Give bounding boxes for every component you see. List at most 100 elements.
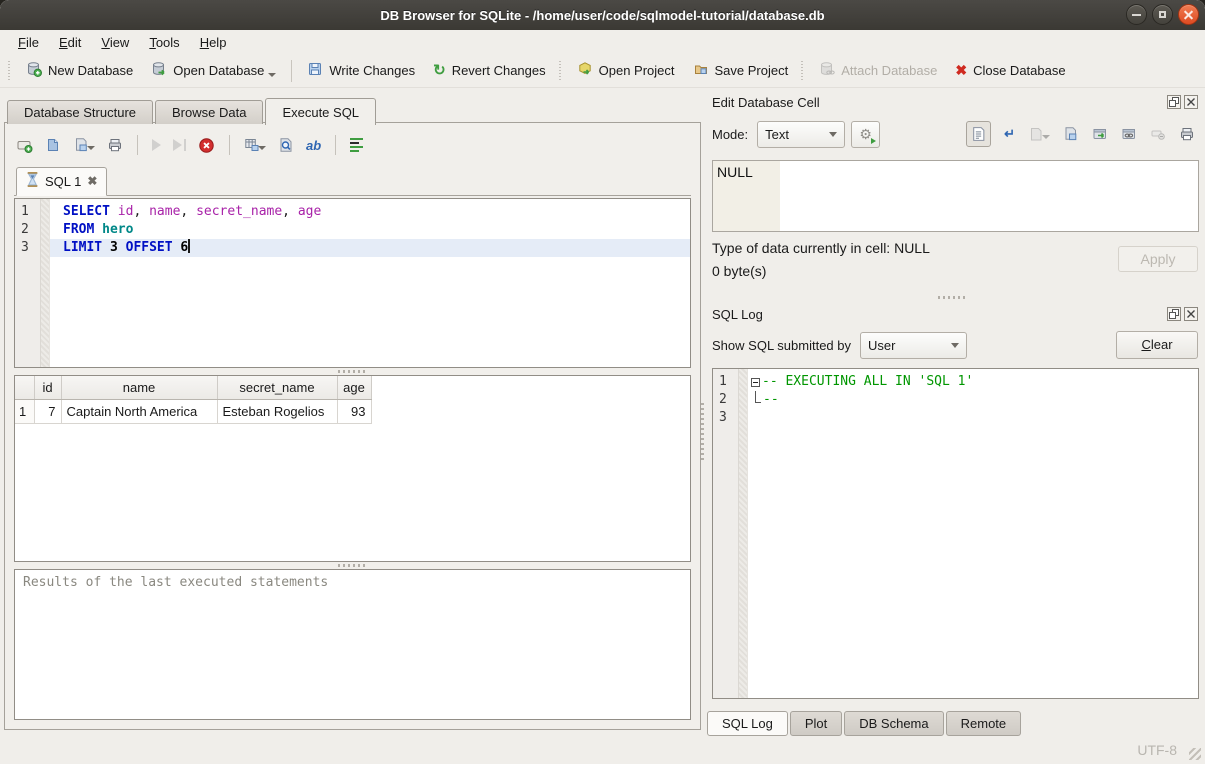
save-results-button[interactable] <box>244 137 266 153</box>
import-data-button[interactable] <box>1028 126 1050 142</box>
splitter-results-message[interactable] <box>14 562 691 569</box>
menu-file[interactable]: File <box>8 32 49 53</box>
grid-header-name[interactable]: name <box>61 376 217 399</box>
apply-button[interactable]: Apply <box>1118 246 1198 272</box>
code-line: FROM hero <box>50 221 690 239</box>
tab-remote[interactable]: Remote <box>946 711 1022 736</box>
sql-log-view[interactable]: 1 2 3 -- EXECUTING ALL IN 'SQL 1' -- <box>712 368 1199 699</box>
find-button[interactable] <box>278 137 294 153</box>
tab-browse-data[interactable]: Browse Data <box>155 100 263 124</box>
auto-switch-mode-button[interactable]: ⚙ <box>851 121 880 148</box>
sql-log-controls: Show SQL submitted by User Clear <box>707 330 1199 360</box>
save-sql-file-button[interactable] <box>73 137 95 153</box>
sql-toolbar: ab <box>14 131 691 159</box>
main-tab-bar: Database Structure Browse Data Execute S… <box>4 97 701 124</box>
float-panel-icon[interactable] <box>1167 307 1181 321</box>
execute-line-button[interactable] <box>173 139 186 151</box>
format-sql-button[interactable]: ab <box>306 138 321 153</box>
menubar: File Edit View Tools Help <box>0 30 1205 54</box>
text-mode-button[interactable] <box>966 121 991 147</box>
close-icon[interactable] <box>1178 4 1199 25</box>
cell-id[interactable]: 7 <box>34 399 61 423</box>
cell-value-editor[interactable]: NULL <box>712 160 1199 232</box>
cell-age[interactable]: 93 <box>337 399 371 423</box>
menu-edit[interactable]: Edit <box>49 32 91 53</box>
clear-log-button[interactable]: Clear <box>1116 331 1198 359</box>
log-line: -- EXECUTING ALL IN 'SQL 1' <box>748 373 1198 391</box>
log-line <box>748 409 1198 427</box>
close-sql-tab-icon[interactable]: ✖ <box>87 174 97 188</box>
close-panel-icon[interactable] <box>1184 95 1198 109</box>
grid-header-id[interactable]: id <box>34 376 61 399</box>
open-project-icon <box>577 61 593 80</box>
export-button[interactable] <box>1092 126 1108 142</box>
maximize-icon[interactable] <box>1152 4 1173 25</box>
tab-database-structure[interactable]: Database Structure <box>7 100 153 124</box>
minimize-icon[interactable] <box>1126 4 1147 25</box>
float-panel-icon[interactable] <box>1167 95 1181 109</box>
splitter-editor-results[interactable] <box>14 368 691 375</box>
open-database-button[interactable]: Open Database <box>142 56 285 85</box>
write-changes-button[interactable]: Write Changes <box>298 56 424 85</box>
splitter-cell-log[interactable] <box>707 292 1199 304</box>
toolbar-grip[interactable] <box>559 61 564 81</box>
print-button[interactable] <box>107 137 123 153</box>
save-project-button[interactable]: Save Project <box>684 56 798 85</box>
save-as-button[interactable] <box>1063 126 1079 142</box>
execute-all-button[interactable] <box>152 139 161 151</box>
tab-plot[interactable]: Plot <box>790 711 842 736</box>
print-cell-button[interactable] <box>1179 126 1195 142</box>
menu-tools[interactable]: Tools <box>139 32 189 53</box>
edit-cell-title: Edit Database Cell <box>712 95 1164 110</box>
tab-db-schema[interactable]: DB Schema <box>844 711 943 736</box>
fold-marker-icon[interactable] <box>751 378 760 387</box>
close-panel-icon[interactable] <box>1184 307 1198 321</box>
results-message-area[interactable]: Results of the last executed statements <box>14 569 691 720</box>
new-database-icon <box>26 61 42 80</box>
log-line-numbers: 1 2 3 <box>713 369 739 698</box>
edit-cell-dock-header: Edit Database Cell <box>707 92 1199 112</box>
toolbar-grip[interactable] <box>801 61 806 81</box>
editor-text-area[interactable]: SELECT id, name, secret_name, age FROM h… <box>50 199 690 367</box>
menu-view[interactable]: View <box>91 32 139 53</box>
open-project-button[interactable]: Open Project <box>568 56 684 85</box>
toggle-comment-button[interactable] <box>350 138 363 152</box>
log-filter-select[interactable]: User <box>860 332 967 359</box>
new-database-button[interactable]: New Database <box>17 56 142 85</box>
sql-tab-sql1[interactable]: SQL 1 ✖ <box>16 167 107 196</box>
open-sql-file-button[interactable] <box>45 137 61 153</box>
grid-header-secret-name[interactable]: secret_name <box>217 376 337 399</box>
attach-database-button[interactable]: Attach Database <box>810 56 946 85</box>
log-marker-column <box>739 369 748 698</box>
new-sql-tab-button[interactable] <box>16 137 33 153</box>
sql-log-title: SQL Log <box>712 307 1164 322</box>
revert-changes-button[interactable]: ↻ Revert Changes <box>424 58 555 83</box>
set-null-button[interactable] <box>1150 126 1166 142</box>
titlebar[interactable]: DB Browser for SQLite - /home/user/code/… <box>0 0 1205 30</box>
tab-execute-sql[interactable]: Execute SQL <box>265 98 376 125</box>
close-database-button[interactable]: ✖ Close Database <box>946 57 1074 84</box>
chevron-down-icon <box>829 132 837 137</box>
tab-sql-log[interactable]: SQL Log <box>707 711 788 736</box>
panel-splitter[interactable] <box>701 403 704 463</box>
open-database-icon <box>151 61 167 80</box>
tree-connector-icon <box>755 391 761 403</box>
editor-line-numbers: 1 2 3 <box>15 199 41 367</box>
log-filter-label: Show SQL submitted by <box>712 338 851 353</box>
mode-select[interactable]: Text <box>757 121 845 148</box>
results-grid: id name secret_name age 1 7 Captain Nort… <box>14 375 691 562</box>
resize-grip[interactable] <box>1189 748 1201 760</box>
grid-header-age[interactable]: age <box>337 376 371 399</box>
grid-corner[interactable] <box>15 376 34 399</box>
toolbar-grip[interactable] <box>8 61 13 81</box>
row-number[interactable]: 1 <box>15 399 34 423</box>
menu-help[interactable]: Help <box>190 32 237 53</box>
word-wrap-button[interactable]: ↵ <box>1004 126 1015 142</box>
cell-secret-name[interactable]: Esteban Rogelios <box>217 399 337 423</box>
copy-link-icon[interactable] <box>1121 126 1137 142</box>
cell-name[interactable]: Captain North America <box>61 399 217 423</box>
left-panel: Database Structure Browse Data Execute S… <box>4 97 701 730</box>
sql-editor: 1 2 3 SELECT id, name, secret_name, age … <box>14 198 691 368</box>
main-toolbar: New Database Open Database Write Changes… <box>0 54 1205 88</box>
stop-button[interactable] <box>198 137 215 154</box>
